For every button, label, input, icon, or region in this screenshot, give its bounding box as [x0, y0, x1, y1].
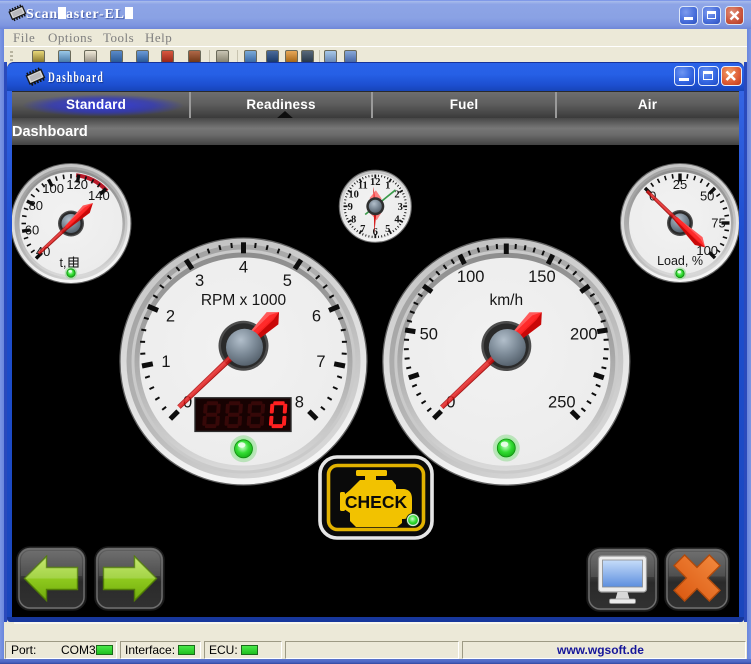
svg-text:9: 9 [348, 202, 353, 213]
svg-text:3: 3 [398, 202, 403, 213]
svg-text:1: 1 [161, 353, 170, 371]
svg-text:CHECK: CHECK [345, 492, 408, 512]
svg-text:8: 8 [295, 394, 304, 412]
svg-text:12: 12 [370, 177, 381, 188]
svg-text:Load, %: Load, % [657, 254, 703, 268]
svg-text:50: 50 [700, 189, 714, 204]
svg-text:2: 2 [166, 308, 175, 326]
svg-text:150: 150 [528, 268, 556, 286]
svg-text:km/h: km/h [490, 292, 524, 309]
svg-text:7: 7 [360, 224, 365, 235]
svg-text:60: 60 [25, 222, 39, 237]
svg-text:8: 8 [351, 215, 356, 226]
svg-text:5: 5 [385, 224, 390, 235]
svg-text:140: 140 [88, 188, 110, 203]
svg-text:t,: t, [60, 256, 67, 270]
svg-text:200: 200 [570, 326, 598, 344]
svg-text:100: 100 [457, 268, 485, 286]
svg-text:75: 75 [711, 216, 725, 231]
svg-text:6: 6 [312, 308, 321, 326]
svg-text:4: 4 [394, 215, 400, 226]
svg-text:RPM x 1000: RPM x 1000 [201, 292, 287, 309]
svg-text:80: 80 [29, 198, 43, 213]
svg-text:7: 7 [316, 353, 325, 371]
svg-text:3: 3 [195, 272, 204, 290]
svg-text:250: 250 [548, 393, 576, 411]
svg-text:100: 100 [42, 181, 64, 196]
svg-text:25: 25 [673, 177, 687, 192]
svg-text:6: 6 [373, 227, 378, 238]
svg-text:4: 4 [239, 259, 248, 277]
svg-text:120: 120 [66, 177, 88, 192]
svg-text:11: 11 [358, 180, 368, 191]
svg-text:1: 1 [385, 180, 390, 191]
svg-text:50: 50 [420, 326, 438, 344]
svg-text:5: 5 [283, 272, 292, 290]
